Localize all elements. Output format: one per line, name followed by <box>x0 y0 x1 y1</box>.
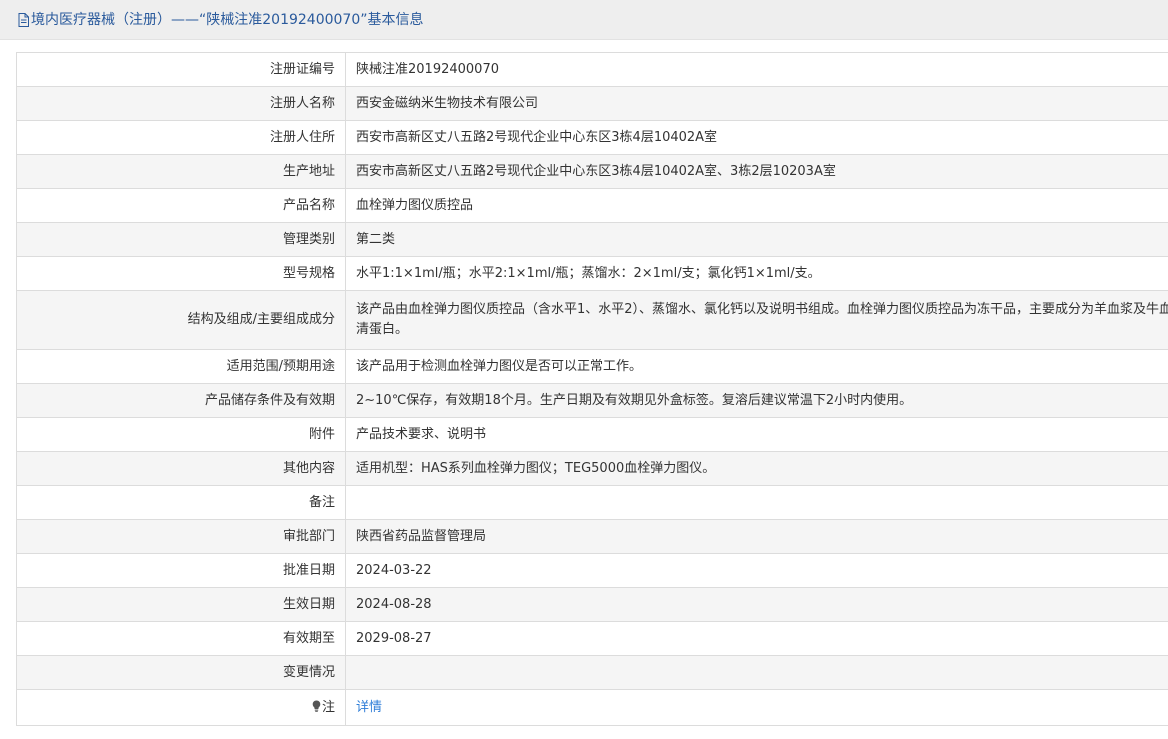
row-label: 型号规格 <box>16 256 346 291</box>
table-row: 型号规格 水平1:1×1ml/瓶；水平2:1×1ml/瓶；蒸馏水：2×1ml/支… <box>16 256 1168 291</box>
row-label: 注册人名称 <box>16 86 346 121</box>
table-row: 变更情况 <box>16 655 1168 690</box>
row-value: 西安市高新区丈八五路2号现代企业中心东区3栋4层10402A室、3栋2层1020… <box>345 154 1168 189</box>
row-label: 管理类别 <box>16 222 346 257</box>
row-label: 审批部门 <box>16 519 346 554</box>
table-row: 产品储存条件及有效期 2~10℃保存，有效期18个月。生产日期及有效期见外盒标签… <box>16 383 1168 418</box>
table-row: 其他内容 适用机型：HAS系列血栓弹力图仪；TEG5000血栓弹力图仪。 <box>16 451 1168 486</box>
row-label: 结构及组成/主要组成成分 <box>16 290 346 350</box>
table-row: 生产地址 西安市高新区丈八五路2号现代企业中心东区3栋4层10402A室、3栋2… <box>16 154 1168 189</box>
table-row: 批准日期 2024-03-22 <box>16 553 1168 588</box>
row-value: 2024-08-28 <box>345 587 1168 622</box>
row-label: 注册证编号 <box>16 52 346 87</box>
row-value: 水平1:1×1ml/瓶；水平2:1×1ml/瓶；蒸馏水：2×1ml/支；氯化钙1… <box>345 256 1168 291</box>
table-row: 注册证编号 陕械注准20192400070 <box>16 52 1168 87</box>
table-row: 生效日期 2024-08-28 <box>16 587 1168 622</box>
note-label: 注 <box>321 699 335 715</box>
table-row: 结构及组成/主要组成成分 该产品由血栓弹力图仪质控品（含水平1、水平2）、蒸馏水… <box>16 290 1168 350</box>
row-label: 附件 <box>16 417 346 452</box>
row-label: 注册人住所 <box>16 120 346 155</box>
row-label: 备注 <box>16 485 346 520</box>
row-value: 该产品由血栓弹力图仪质控品（含水平1、水平2）、蒸馏水、氯化钙以及说明书组成。血… <box>345 290 1168 350</box>
table-row-note: 注 详情 <box>16 689 1168 726</box>
row-value: 陕西省药品监督管理局 <box>345 519 1168 554</box>
table-row: 有效期至 2029-08-27 <box>16 621 1168 656</box>
row-label: 变更情况 <box>16 655 346 690</box>
row-value <box>345 485 1168 520</box>
row-value: 第二类 <box>345 222 1168 257</box>
document-icon <box>18 13 29 27</box>
row-value <box>345 655 1168 690</box>
row-value: 适用机型：HAS系列血栓弹力图仪；TEG5000血栓弹力图仪。 <box>345 451 1168 486</box>
table-row: 注册人名称 西安金磁纳米生物技术有限公司 <box>16 86 1168 121</box>
note-label-cell: 注 <box>16 689 346 726</box>
row-value: 西安市高新区丈八五路2号现代企业中心东区3栋4层10402A室 <box>345 120 1168 155</box>
page-title: 境内医疗器械（注册）——“陕械注准20192400070”基本信息 <box>31 12 424 28</box>
details-link[interactable]: 详情 <box>356 700 382 715</box>
row-value: 产品技术要求、说明书 <box>345 417 1168 452</box>
row-value: 西安金磁纳米生物技术有限公司 <box>345 86 1168 121</box>
table-row: 管理类别 第二类 <box>16 222 1168 257</box>
row-label: 产品储存条件及有效期 <box>16 383 346 418</box>
row-value: 血栓弹力图仪质控品 <box>345 188 1168 223</box>
table-row: 适用范围/预期用途 该产品用于检测血栓弹力图仪是否可以正常工作。 <box>16 349 1168 384</box>
row-label: 生产地址 <box>16 154 346 189</box>
lightbulb-icon <box>312 700 321 712</box>
row-value: 该产品用于检测血栓弹力图仪是否可以正常工作。 <box>345 349 1168 384</box>
row-value: 2~10℃保存，有效期18个月。生产日期及有效期见外盒标签。复溶后建议常温下2小… <box>345 383 1168 418</box>
row-label: 批准日期 <box>16 553 346 588</box>
row-value: 2024-03-22 <box>345 553 1168 588</box>
table-row: 附件 产品技术要求、说明书 <box>16 417 1168 452</box>
row-value: 陕械注准20192400070 <box>345 52 1168 87</box>
row-value: 2029-08-27 <box>345 621 1168 656</box>
row-label: 生效日期 <box>16 587 346 622</box>
table-row: 审批部门 陕西省药品监督管理局 <box>16 519 1168 554</box>
row-label: 适用范围/预期用途 <box>16 349 346 384</box>
row-label: 其他内容 <box>16 451 346 486</box>
note-value-cell: 详情 <box>345 689 1168 726</box>
table-row: 备注 <box>16 485 1168 520</box>
row-label: 有效期至 <box>16 621 346 656</box>
table-row: 注册人住所 西安市高新区丈八五路2号现代企业中心东区3栋4层10402A室 <box>16 120 1168 155</box>
page-header: 境内医疗器械（注册）——“陕械注准20192400070”基本信息 <box>0 0 1168 40</box>
table-row: 产品名称 血栓弹力图仪质控品 <box>16 188 1168 223</box>
info-table: 注册证编号 陕械注准20192400070 注册人名称 西安金磁纳米生物技术有限… <box>16 52 1168 726</box>
row-label: 产品名称 <box>16 188 346 223</box>
